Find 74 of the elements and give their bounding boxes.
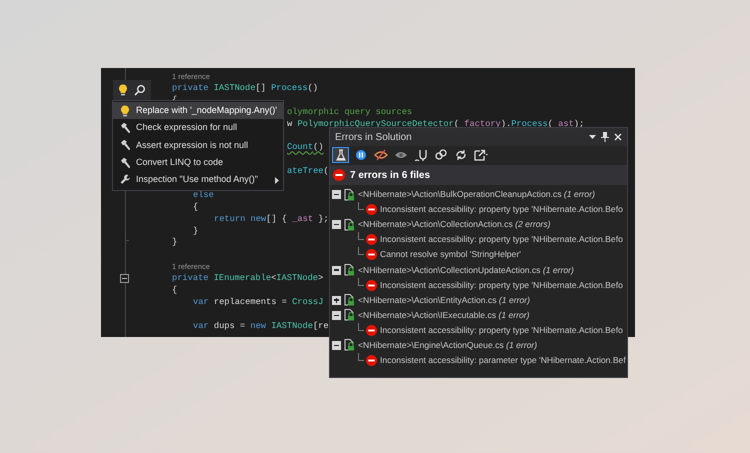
- error-message[interactable]: Inconsistent accessibility: property type 'NHibernate.Action.Befo: [380, 324, 623, 337]
- error-icon: [333, 169, 345, 181]
- close-icon[interactable]: [614, 133, 622, 141]
- flask-icon: [334, 149, 348, 161]
- menu-item[interactable]: Inspection "Use method Any()": [113, 172, 283, 189]
- hammer-icon: [120, 156, 130, 169]
- menu-item[interactable]: Check expression for null: [113, 119, 283, 137]
- collapse-icon[interactable]: [332, 340, 341, 350]
- locked-file-icon: [344, 309, 355, 322]
- file-path[interactable]: <NHibernate>\Action\EntityAction.cs (1 error): [358, 294, 530, 307]
- locked-file-icon: [344, 218, 355, 231]
- code-line: {: [172, 285, 178, 297]
- menu-item[interactable]: Assert expression is not null: [113, 136, 283, 154]
- search-icon[interactable]: [134, 84, 146, 96]
- code-line: Count(): [287, 142, 324, 154]
- code-line: return new[] { _ast };: [214, 214, 329, 226]
- code-line: private IASTNode[] Process(): [172, 82, 318, 95]
- window-title: Errors in Solution: [335, 130, 412, 144]
- code-line: olymorphic query sources: [287, 106, 412, 119]
- code-line: var dups = new IASTNode[re: [193, 320, 329, 333]
- file-path[interactable]: <NHibernate>\Action\CollectionAction.cs (2 errors): [358, 218, 550, 232]
- collapse-icon[interactable]: [332, 310, 341, 320]
- toolbar-button[interactable]: [332, 147, 349, 163]
- file-path[interactable]: <NHibernate>\Action\IExecutable.cs (1 error): [358, 308, 530, 322]
- export-icon: [474, 149, 488, 161]
- error-message[interactable]: Inconsistent accessibility: parameter type 'NHibernate.Action.Bef: [380, 354, 626, 368]
- file-path[interactable]: <NHibernate>\Action\BulkOperationCleanupAction.cs (1 error): [358, 188, 595, 201]
- collapse-icon[interactable]: [332, 190, 341, 200]
- code-line: {: [193, 202, 198, 214]
- eye-icon: [394, 149, 408, 161]
- toolbar-button[interactable]: [472, 147, 489, 163]
- light-bulb-icon[interactable]: [118, 84, 128, 96]
- code-line: private IEnumerable<IASTNode>: [172, 273, 324, 286]
- locked-file-icon: [344, 264, 355, 276]
- error-icon: [366, 280, 377, 291]
- collapse-icon[interactable]: [332, 266, 341, 275]
- wrench-icon: [120, 174, 130, 186]
- collapse-icon[interactable]: [332, 220, 341, 230]
- hammer-icon: [120, 122, 130, 134]
- error-icon: [366, 324, 377, 336]
- menu-item[interactable]: Convert LINQ to code: [113, 154, 283, 172]
- error-message[interactable]: Inconsistent accessibility: property type 'NHibernate.Action.Befo: [380, 278, 623, 292]
- error-icon: [366, 234, 377, 246]
- locked-file-icon: [344, 294, 355, 306]
- locked-file-icon: [344, 339, 355, 352]
- menu-item[interactable]: Replace with '_nodeMapping.Any()': [113, 102, 283, 120]
- error-icon: [366, 204, 377, 216]
- error-message[interactable]: Inconsistent accessibility: property type 'NHibernate.Action.Befo: [380, 233, 623, 246]
- dropdown-icon[interactable]: [589, 134, 596, 140]
- crossed-eye-icon: [374, 149, 388, 161]
- file-path[interactable]: <NHibernate>\Engine\ActionQueue.cs (1 error): [358, 339, 538, 352]
- pin-icon[interactable]: [601, 132, 609, 142]
- error-icon: [366, 355, 377, 366]
- locked-file-icon: [344, 188, 355, 201]
- link-icon: [434, 149, 448, 161]
- file-path[interactable]: <NHibernate>\Action\CollectionUpdateAction.cs (1 error): [358, 264, 574, 276]
- error-summary: 7 errors in 6 files: [350, 168, 430, 182]
- code-line: ateTree(: [287, 166, 329, 178]
- pause-circle-icon: [354, 149, 368, 161]
- error-icon: [366, 249, 377, 260]
- tuning-fork-icon: [414, 149, 428, 161]
- code-line: }: [193, 226, 198, 238]
- error-message[interactable]: Cannot resolve symbol 'StringHelper': [380, 248, 521, 262]
- expand-icon[interactable]: [332, 296, 341, 305]
- code-line: }: [172, 237, 178, 250]
- error-message[interactable]: Inconsistent accessibility: property type 'NHibernate.Action.Befo: [380, 203, 623, 216]
- collapse-icon[interactable]: [120, 274, 129, 284]
- toolbar-button[interactable]: [412, 147, 429, 163]
- refresh-icon: [454, 149, 468, 161]
- code-line: else: [193, 190, 214, 202]
- light-bulb-icon: [120, 104, 130, 117]
- code-line: var replacements = CrossJ: [193, 296, 324, 309]
- hammer-icon: [120, 139, 130, 152]
- toolbar-button[interactable]: [372, 147, 389, 163]
